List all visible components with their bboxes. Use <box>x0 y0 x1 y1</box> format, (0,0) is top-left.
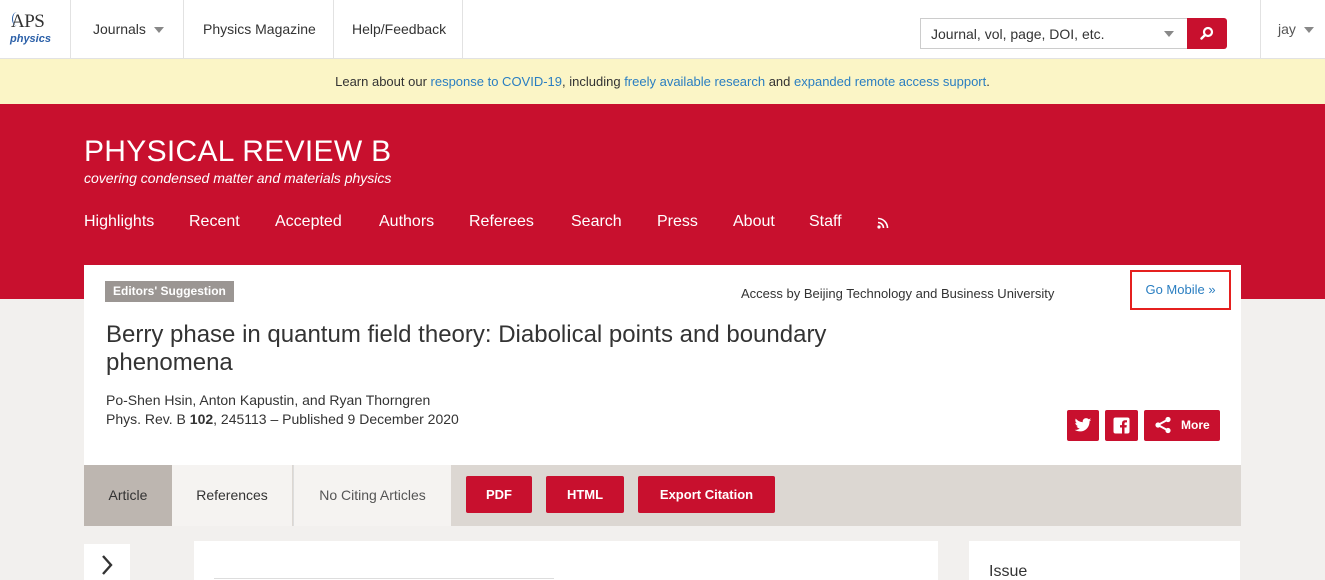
more-share-button[interactable]: More <box>1144 410 1220 441</box>
citation-prefix: Phys. Rev. B <box>106 411 190 427</box>
export-citation-button[interactable]: Export Citation <box>638 476 775 513</box>
article-title: Berry phase in quantum field theory: Dia… <box>106 321 827 376</box>
nav-search[interactable]: Search <box>571 213 622 231</box>
rss-icon[interactable] <box>877 217 889 229</box>
user-name: jay <box>1278 21 1296 37</box>
banner-text: , including <box>562 74 625 89</box>
journal-title[interactable]: PHYSICAL REVIEW B <box>84 135 391 169</box>
nav-staff[interactable]: Staff <box>809 213 842 231</box>
nav-authors[interactable]: Authors <box>379 213 434 231</box>
citation-suffix: , 245113 – Published 9 December 2020 <box>213 411 459 427</box>
article-authors[interactable]: Po-Shen Hsin, Anton Kapustin, and Ryan T… <box>106 392 430 408</box>
divider <box>214 578 554 579</box>
tab-citing-articles[interactable]: No Citing Articles <box>293 465 451 526</box>
chevron-right-icon <box>102 555 113 575</box>
logo-text: APS <box>11 11 45 32</box>
banner-text: and <box>765 74 795 89</box>
aps-logo[interactable]: APS physics <box>8 11 58 49</box>
search-icon <box>1200 26 1214 40</box>
twitter-icon <box>1074 418 1092 432</box>
banner-text: Learn about our <box>335 74 431 89</box>
article-citation: Phys. Rev. B 102, 245113 – Published 9 D… <box>106 411 459 427</box>
facebook-icon <box>1113 417 1130 434</box>
share-icon <box>1155 416 1171 434</box>
help-feedback-link[interactable]: Help/Feedback <box>352 0 446 59</box>
tab-references[interactable]: References <box>172 465 292 526</box>
facebook-share-button[interactable] <box>1105 410 1138 441</box>
divider <box>1260 0 1261 59</box>
tab-article[interactable]: Article <box>84 465 172 526</box>
search-input[interactable] <box>921 19 1157 48</box>
nav-referees[interactable]: Referees <box>469 213 534 231</box>
divider <box>183 0 184 59</box>
journals-menu[interactable]: Journals <box>93 0 164 59</box>
search-button[interactable] <box>1187 18 1227 49</box>
divider <box>462 0 463 59</box>
free-research-link[interactable]: freely available research <box>624 74 765 89</box>
covid-response-link[interactable]: response to COVID-19 <box>431 74 563 89</box>
nav-press[interactable]: Press <box>657 213 698 231</box>
sidebar-expand-button[interactable] <box>84 544 130 580</box>
issue-panel: Issue <box>969 541 1240 580</box>
nav-about[interactable]: About <box>733 213 775 231</box>
issue-heading: Issue <box>989 563 1028 580</box>
search-scope-dropdown-icon[interactable] <box>1164 31 1174 37</box>
chevron-down-icon <box>153 27 164 34</box>
nav-highlights[interactable]: Highlights <box>84 213 154 231</box>
covid-banner: Learn about our response to COVID-19, in… <box>0 59 1325 104</box>
banner-text: . <box>986 74 990 89</box>
user-menu[interactable]: jay <box>1278 0 1314 59</box>
go-mobile-link[interactable]: Go Mobile » <box>1130 270 1231 310</box>
twitter-share-button[interactable] <box>1067 410 1099 441</box>
nav-recent[interactable]: Recent <box>189 213 240 231</box>
editors-suggestion-badge[interactable]: Editors' Suggestion <box>105 281 234 302</box>
citation-volume: 102 <box>189 411 214 427</box>
abstract-panel <box>194 541 938 580</box>
divider <box>333 0 334 59</box>
remote-access-link[interactable]: expanded remote access support <box>794 74 986 89</box>
journal-subtitle: covering condensed matter and materials … <box>84 170 392 186</box>
chevron-down-icon <box>1303 27 1314 34</box>
physics-magazine-link[interactable]: Physics Magazine <box>203 0 316 59</box>
divider <box>70 0 71 59</box>
logo-subtext: physics <box>10 33 51 45</box>
search-box <box>920 18 1188 49</box>
journals-label: Journals <box>93 21 146 37</box>
pdf-button[interactable]: PDF <box>466 476 532 513</box>
more-label: More <box>1181 418 1210 432</box>
html-button[interactable]: HTML <box>546 476 624 513</box>
access-info: Access by Beijing Technology and Busines… <box>741 286 1055 301</box>
nav-accepted[interactable]: Accepted <box>275 213 342 231</box>
